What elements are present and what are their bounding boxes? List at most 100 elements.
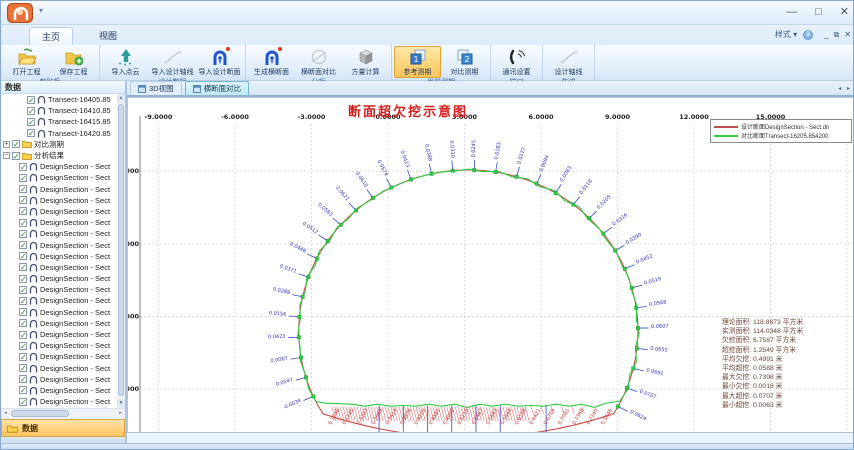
tree-item-DesignSection - Sect[interactable]: ✓DesignSection - Sect bbox=[1, 374, 125, 385]
tree-checkbox[interactable]: ✓ bbox=[19, 364, 27, 372]
tree-checkbox[interactable]: ✓ bbox=[19, 375, 27, 383]
tree-checkbox[interactable]: ✓ bbox=[19, 219, 27, 227]
tree-vertical-scrollbar[interactable]: ▲ ▼ bbox=[117, 94, 125, 408]
axis-line-icon bbox=[559, 48, 579, 66]
tree-checkbox[interactable]: ✓ bbox=[19, 286, 27, 294]
tree-checkbox[interactable]: ✓ bbox=[19, 230, 27, 238]
tree-item-分析结果[interactable]: −✓分析结果 bbox=[1, 150, 125, 161]
tree-item-DesignSection - Sect[interactable]: ✓DesignSection - Sect bbox=[1, 396, 125, 407]
tab-view[interactable]: 视图 bbox=[87, 27, 129, 45]
ribbon-button-横断面对比[interactable]: 横断面对比 bbox=[295, 46, 342, 78]
doc-tab-label: 3D视图 bbox=[149, 83, 174, 94]
tree-item-Transect-16415.85[interactable]: ✓Transect-16415.85 bbox=[1, 116, 125, 127]
ribbon-close-icon[interactable]: ✕ bbox=[844, 30, 851, 39]
tree-checkbox[interactable]: ✓ bbox=[27, 118, 35, 126]
tree-checkbox[interactable]: ✓ bbox=[19, 275, 27, 283]
tree-item-DesignSection - Sect[interactable]: ✓DesignSection - Sect bbox=[1, 161, 125, 172]
tree-hscroll-thumb[interactable] bbox=[11, 410, 69, 417]
tab-home[interactable]: 主页 bbox=[29, 27, 73, 45]
tree-checkbox[interactable]: ✓ bbox=[19, 331, 27, 339]
scroll-left-icon[interactable]: ◂ bbox=[1, 409, 10, 418]
tree-expander-icon[interactable]: + bbox=[3, 141, 10, 148]
doc-tab-nav-arrows[interactable]: ◂ ▸ bbox=[838, 85, 852, 92]
cross-section-chart[interactable]: -9.0000-6.0000-3.00000.00003.00006.00009… bbox=[127, 97, 854, 433]
scroll-up-icon[interactable]: ▲ bbox=[117, 94, 125, 103]
tree-vscroll-thumb[interactable] bbox=[118, 104, 124, 396]
ribbon-button-导入设计轴线[interactable]: 导入设计轴线 bbox=[149, 46, 196, 78]
ribbon-restore-icon[interactable]: ⧉ bbox=[834, 30, 840, 39]
tree-item-DesignSection - Sect[interactable]: ✓DesignSection - Sect bbox=[1, 239, 125, 250]
ribbon-button-参考测期[interactable]: 1参考测期 bbox=[394, 46, 441, 78]
tree-item-DesignSection - Sect[interactable]: ✓DesignSection - Sect bbox=[1, 318, 125, 329]
tree-item-DesignSection - Sect[interactable]: ✓DesignSection - Sect bbox=[1, 195, 125, 206]
tree-checkbox[interactable]: ✓ bbox=[19, 297, 27, 305]
tree-item-DesignSection - Sect[interactable]: ✓DesignSection - Sect bbox=[1, 228, 125, 239]
ribbon-button-保存工程[interactable]: 保存工程 bbox=[50, 46, 97, 78]
tree-checkbox[interactable]: ✓ bbox=[19, 241, 27, 249]
tree-item-DesignSection - Sect[interactable]: ✓DesignSection - Sect bbox=[1, 262, 125, 273]
ribbon-button-打开工程[interactable]: 打开工程 bbox=[3, 46, 50, 78]
tree-item-DesignSection - Sect[interactable]: ✓DesignSection - Sect bbox=[1, 251, 125, 262]
quick-access-arrow-icon[interactable]: ▾ bbox=[39, 6, 43, 15]
tree-item-Transect-16420.85[interactable]: ✓Transect-16420.85 bbox=[1, 128, 125, 139]
tree-checkbox[interactable]: ✓ bbox=[19, 386, 27, 394]
tree-checkbox[interactable]: ✓ bbox=[19, 252, 27, 260]
tree-item-DesignSection - Sect[interactable]: ✓DesignSection - Sect bbox=[1, 340, 125, 351]
tree-checkbox[interactable]: ✓ bbox=[19, 196, 27, 204]
tree-item-DesignSection - Sect[interactable]: ✓ DesignSection - Sect bbox=[1, 329, 125, 340]
tree-item-Transect-16405.85[interactable]: ✓Transect-16405.85 bbox=[1, 94, 125, 105]
ribbon-button-对比测期[interactable]: 2对比测期 bbox=[441, 46, 488, 78]
tree-checkbox[interactable]: ✓ bbox=[12, 152, 20, 160]
tree-item-DesignSection - Sect[interactable]: ✓DesignSection - Sect bbox=[1, 206, 125, 217]
tree-item-DesignSection - Sect[interactable]: ✓DesignSection - Sect bbox=[1, 217, 125, 228]
tree-checkbox[interactable]: ✓ bbox=[27, 129, 35, 137]
tree-checkbox[interactable]: ✓ bbox=[19, 207, 27, 215]
ribbon-button-导入设计断面[interactable]: 导入设计断面 bbox=[196, 46, 243, 78]
tree-item-label: DesignSection - Sect bbox=[40, 330, 110, 339]
data-panel-bottom-button[interactable]: 数据 bbox=[1, 419, 125, 437]
tree-horizontal-scrollbar[interactable]: ◂ ▸ bbox=[1, 408, 125, 417]
doc-tab-横断面对比[interactable]: 横断面对比 bbox=[185, 81, 250, 95]
tree-checkbox[interactable]: ✓ bbox=[27, 96, 35, 104]
tree-checkbox[interactable]: ✓ bbox=[19, 174, 27, 182]
folder-icon bbox=[22, 140, 32, 148]
tree-checkbox[interactable]: ✓ bbox=[19, 353, 27, 361]
tree-item-DesignSection - Sect[interactable]: ✓DesignSection - Sect bbox=[1, 363, 125, 374]
tree-item-DesignSection - Sect[interactable]: ✓DesignSection - Sect bbox=[1, 295, 125, 306]
tree-item-DesignSection - Sect[interactable]: ✓DesignSection - Sect bbox=[1, 172, 125, 183]
ribbon-button-导入点云[interactable]: 导入点云 bbox=[102, 46, 149, 78]
tree-checkbox[interactable]: ✓ bbox=[19, 308, 27, 316]
tree-item-对比测期[interactable]: +✓对比测期 bbox=[1, 139, 125, 150]
help-icon[interactable]: ? bbox=[803, 30, 813, 40]
app-logo-icon[interactable] bbox=[7, 3, 33, 23]
close-button[interactable]: ✕ bbox=[840, 3, 849, 21]
ribbon-button-label: 参考测期 bbox=[404, 67, 432, 77]
doc-tab-3D视图[interactable]: 3D视图 bbox=[130, 81, 182, 95]
tree-checkbox[interactable]: ✓ bbox=[19, 398, 27, 406]
tree-checkbox[interactable]: ✓ bbox=[27, 107, 35, 115]
ribbon-button-方量计算[interactable]: 方量计算 bbox=[342, 46, 389, 78]
scroll-right-icon[interactable]: ▸ bbox=[116, 409, 125, 418]
tree-checkbox[interactable]: ✓ bbox=[12, 140, 20, 148]
tree-checkbox[interactable]: ✓ bbox=[19, 342, 27, 350]
tree-expander-icon[interactable]: − bbox=[3, 152, 10, 159]
tree-item-DesignSection - Sect[interactable]: ✓DesignSection - Sect bbox=[1, 385, 125, 396]
tree-checkbox[interactable]: ✓ bbox=[19, 163, 27, 171]
tree-item-DesignSection - Sect[interactable]: ✓DesignSection - Sect bbox=[1, 351, 125, 362]
tree-checkbox[interactable]: ✓ bbox=[19, 263, 27, 271]
tree-item-DesignSection - Sect[interactable]: ✓DesignSection - Sect bbox=[1, 273, 125, 284]
tree-item-Transect-16410.85[interactable]: ✓Transect-16410.85 bbox=[1, 105, 125, 116]
tree-item-DesignSection - Sect[interactable]: ✓DesignSection - Sect bbox=[1, 184, 125, 195]
tree-checkbox[interactable]: ✓ bbox=[19, 185, 27, 193]
maximize-button[interactable]: □ bbox=[815, 3, 822, 21]
tree-checkbox[interactable]: ✓ bbox=[19, 319, 27, 327]
ribbon-button-设计轴线[interactable]: 设计轴线 bbox=[545, 46, 592, 78]
scroll-down-icon[interactable]: ▼ bbox=[117, 399, 125, 408]
style-menu[interactable]: 样式 ▾ bbox=[775, 29, 797, 40]
ribbon-button-通讯设置[interactable]: 通讯设置 bbox=[493, 46, 540, 78]
tree-item-DesignSection - Sect[interactable]: ✓DesignSection - Sect bbox=[1, 307, 125, 318]
minimize-button[interactable]: — bbox=[786, 3, 797, 21]
tree-item-DesignSection - Sect[interactable]: ✓DesignSection - Sect bbox=[1, 284, 125, 295]
ribbon-minimize-icon[interactable]: _ bbox=[824, 30, 828, 39]
ribbon-button-生成横断面[interactable]: 生成横断面 bbox=[248, 46, 295, 78]
